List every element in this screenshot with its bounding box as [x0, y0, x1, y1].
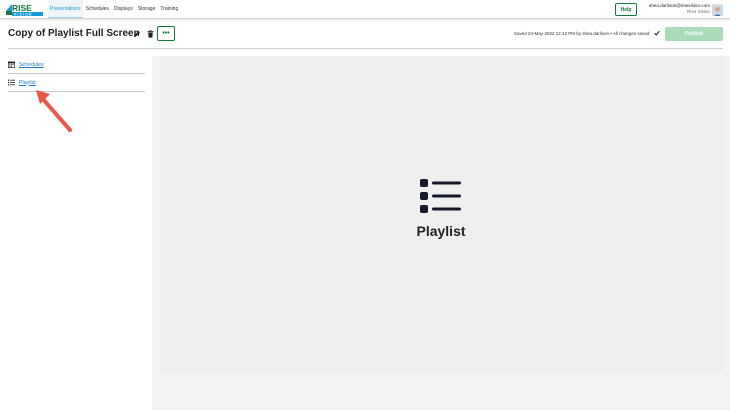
- publish-button[interactable]: Publish: [665, 27, 723, 41]
- nav-link-training[interactable]: Training: [158, 0, 180, 18]
- edit-name-button[interactable]: [133, 29, 141, 39]
- annotation-arrow-icon: [36, 90, 72, 132]
- save-status: Saved 24-May-2022 12:43 PM by shea.darli…: [514, 31, 650, 36]
- rise-vision-logo[interactable]: RISE VISION: [6, 2, 44, 17]
- presentation-title: Copy of Playlist Full Screen: [8, 28, 140, 39]
- header-divider: [8, 48, 723, 49]
- nav-link-presentations[interactable]: Presentations: [48, 0, 83, 18]
- help-button[interactable]: Help: [615, 3, 637, 16]
- more-options-button[interactable]: •••: [157, 26, 175, 41]
- user-company: Rise Vision: [687, 9, 710, 14]
- editor-header: Copy of Playlist Full Screen ••• Saved 2…: [0, 20, 730, 48]
- main-nav-links: Presentations Schedules Displays Storage…: [48, 0, 181, 18]
- nav-link-schedules[interactable]: Schedules: [84, 0, 111, 18]
- playlist-icon: [420, 179, 461, 213]
- sidebar-item-playlist[interactable]: Playlist: [8, 74, 145, 92]
- top-navigation-bar: RISE VISION Presentations Schedules Disp…: [0, 0, 730, 19]
- nav-link-displays[interactable]: Displays: [112, 0, 135, 18]
- checkmark-icon: [654, 30, 660, 36]
- delete-presentation-button[interactable]: [146, 29, 154, 39]
- nav-link-storage[interactable]: Storage: [136, 0, 158, 18]
- sidebar-item-label: Schedules: [19, 61, 44, 68]
- sidebar-item-schedules[interactable]: Schedules: [8, 56, 145, 74]
- trash-icon: [147, 30, 153, 38]
- pencil-icon: [134, 31, 140, 37]
- playlist-heading: Playlist: [416, 223, 466, 239]
- user-menu[interactable]: shea.darlison@risevision.com Rise Vision: [642, 3, 710, 15]
- user-avatar[interactable]: [712, 4, 723, 16]
- calendar-icon: [8, 61, 15, 68]
- editor-sidebar: Schedules Playlist: [8, 56, 145, 92]
- logo-subtext: VISION: [14, 12, 33, 16]
- list-icon: [8, 79, 15, 86]
